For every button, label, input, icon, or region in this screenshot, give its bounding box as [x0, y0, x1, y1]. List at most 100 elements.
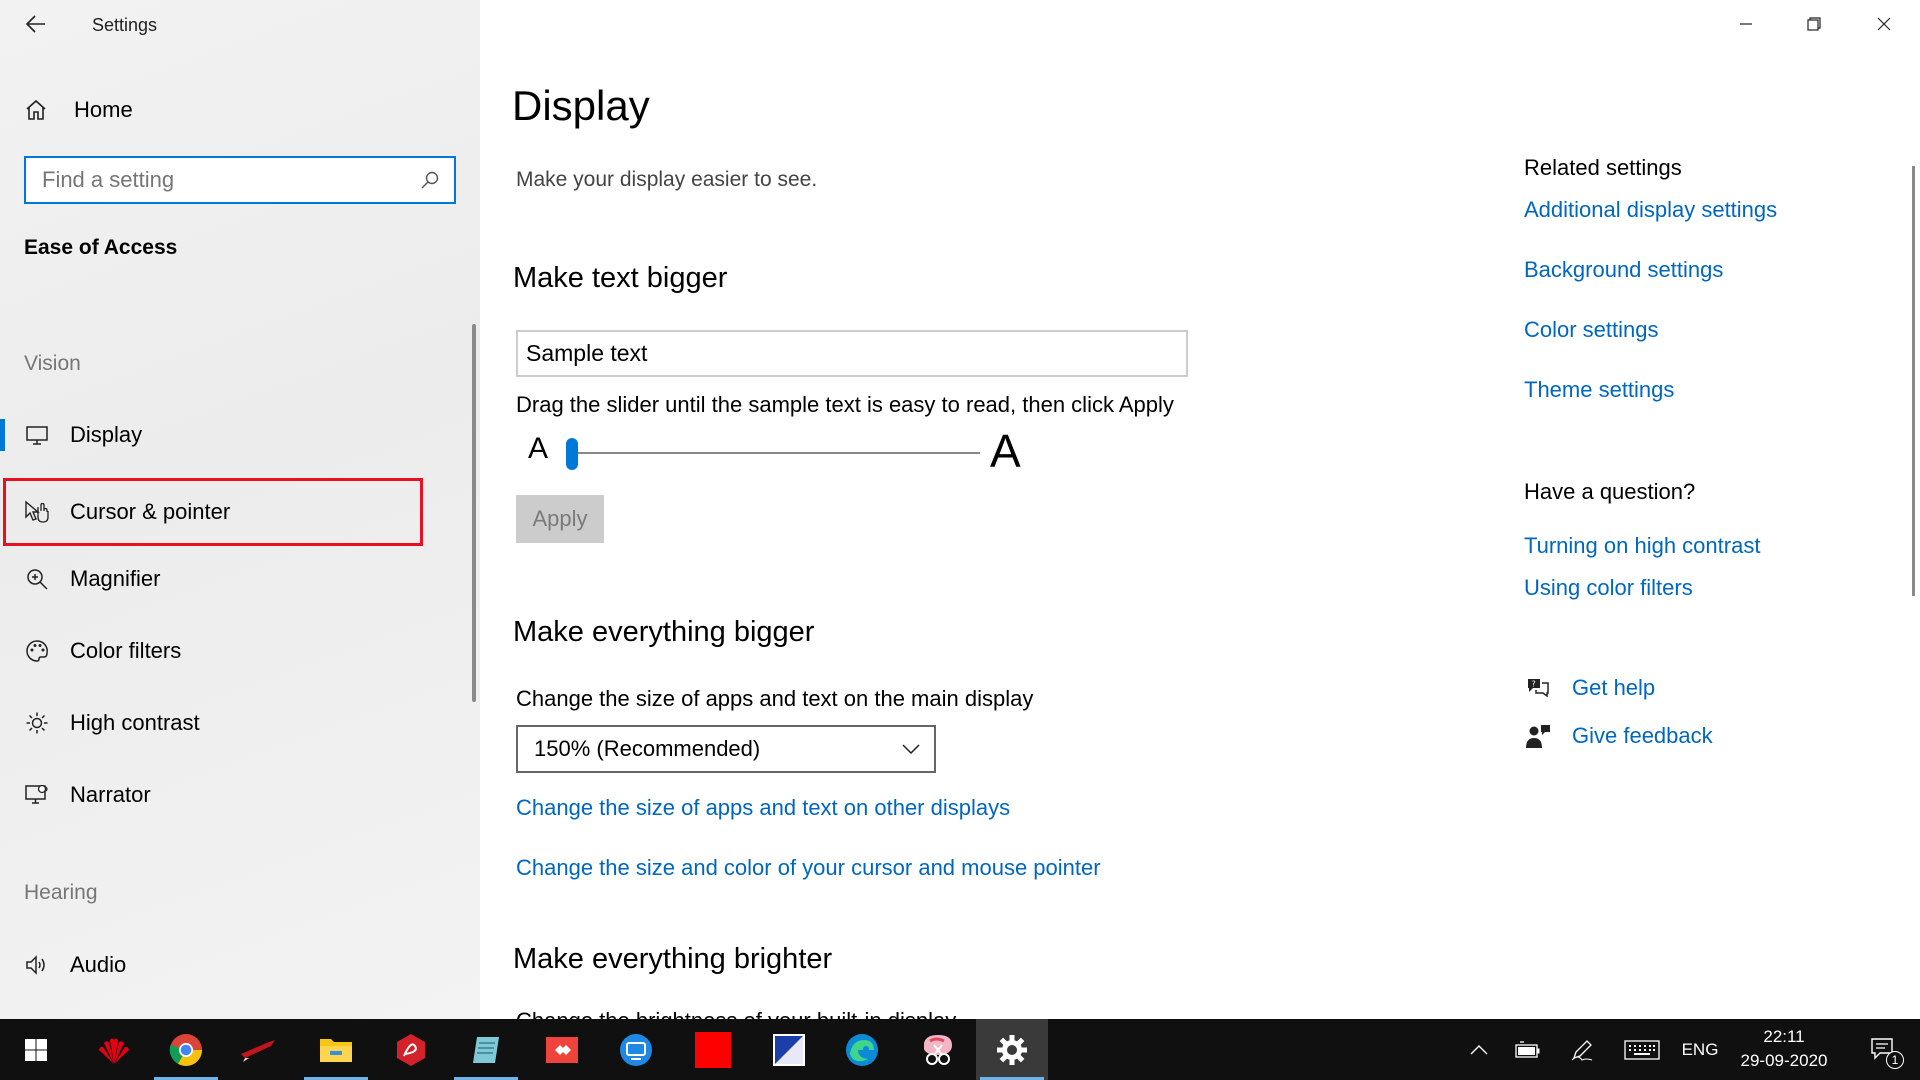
sidebar-item-label: Display: [70, 422, 143, 447]
speaker-icon: [24, 952, 50, 978]
section-title: Ease of Access: [24, 236, 178, 259]
link-background-settings[interactable]: Background settings: [1524, 257, 1723, 283]
chrome-icon: [169, 1033, 202, 1066]
heading-make-everything-bigger: Make everything bigger: [513, 616, 815, 648]
sidebar-item-cursor-pointer[interactable]: Cursor & pointer: [3, 478, 423, 546]
home-icon: [24, 96, 52, 124]
get-help-label: Get help: [1572, 675, 1656, 700]
close-icon: [1877, 17, 1891, 31]
settings-sidebar: Settings Home Ease of Access Vision Disp…: [0, 0, 480, 1019]
search-box[interactable]: [24, 156, 456, 204]
action-center-button[interactable]: 1: [1856, 1019, 1912, 1080]
main-scrollbar[interactable]: [1912, 166, 1915, 596]
link-cursor-size-color[interactable]: Change the size and color of your cursor…: [516, 855, 1101, 881]
sidebar-item-display[interactable]: Display: [0, 407, 478, 463]
brightness-label-partial: Change the brightness of your built-in d…: [516, 1008, 956, 1019]
link-using-color-filters[interactable]: Using color filters: [1524, 575, 1693, 601]
red-square-icon: [695, 1031, 731, 1068]
pen-workspace-button[interactable]: [1562, 1019, 1602, 1080]
sidebar-item-narrator[interactable]: Narrator: [0, 767, 478, 823]
taskbar-app-notepad[interactable]: [450, 1019, 522, 1080]
home-label: Home: [74, 97, 133, 122]
paint-icon: [773, 1033, 805, 1066]
slider-min-label: A: [528, 432, 549, 465]
battery-icon: [1515, 1040, 1540, 1058]
snip-sketch-icon: [924, 1034, 952, 1065]
sidebar-item-color-filters[interactable]: Color filters: [0, 623, 478, 679]
anydesk-icon: [546, 1036, 578, 1063]
scale-dropdown[interactable]: 150% (Recommended): [516, 725, 936, 773]
link-other-displays[interactable]: Change the size of apps and text on othe…: [516, 795, 1010, 821]
link-color-settings[interactable]: Color settings: [1524, 317, 1659, 343]
apply-button[interactable]: Apply: [516, 495, 604, 543]
back-button[interactable]: [18, 6, 54, 42]
taskbar-app-blue[interactable]: [600, 1019, 672, 1080]
slider-thumb[interactable]: [566, 438, 578, 470]
question-heading: Have a question?: [1524, 479, 1696, 504]
taskbar-app-paint[interactable]: [753, 1019, 825, 1080]
give-feedback-link[interactable]: Give feedback: [1524, 720, 1713, 752]
taskbar-app-acrobat[interactable]: [375, 1019, 447, 1080]
sample-text-preview: Sample text: [516, 330, 1188, 377]
taskbar-app-huawei[interactable]: [78, 1019, 150, 1080]
file-explorer-icon: [320, 1038, 352, 1062]
sidebar-scrollbar[interactable]: [472, 324, 476, 702]
huawei-icon: [99, 1038, 129, 1064]
taskbar-app-snip-sketch[interactable]: [902, 1019, 974, 1080]
taskbar-app-file-explorer[interactable]: [300, 1019, 372, 1080]
slider-instruction: Drag the slider until the sample text is…: [516, 392, 1174, 417]
start-button[interactable]: [0, 1019, 72, 1080]
sidebar-item-audio[interactable]: Audio: [0, 937, 478, 993]
palette-icon: [24, 638, 50, 664]
blue-app-icon: [620, 1033, 652, 1066]
taskbar-app-red-square[interactable]: [677, 1019, 749, 1080]
touch-keyboard-button[interactable]: [1618, 1019, 1666, 1080]
link-additional-display-settings[interactable]: Additional display settings: [1524, 197, 1777, 223]
windows-start-icon: [25, 1038, 47, 1061]
pen-icon: [1571, 1039, 1593, 1061]
taskbar-app-edge[interactable]: [826, 1019, 898, 1080]
sidebar-item-label: Narrator: [70, 782, 151, 807]
back-arrow-icon: [26, 15, 45, 33]
sidebar-item-label: Audio: [70, 952, 127, 977]
text-size-slider-group: A A: [516, 425, 1026, 480]
clock[interactable]: 22:11 29-09-2020: [1736, 1025, 1832, 1073]
magnifier-icon: [24, 566, 50, 592]
group-label-hearing: Hearing: [24, 881, 98, 904]
minimize-button[interactable]: [1712, 0, 1780, 48]
restore-button[interactable]: [1780, 0, 1848, 48]
link-theme-settings[interactable]: Theme settings: [1524, 377, 1674, 403]
show-hidden-icons-button[interactable]: [1462, 1019, 1496, 1080]
page-subtitle: Make your display easier to see.: [516, 168, 818, 191]
text-size-slider[interactable]: [566, 438, 980, 470]
heading-make-everything-brighter: Make everything brighter: [513, 943, 833, 975]
battery-tray-button[interactable]: [1508, 1019, 1548, 1080]
clock-date: 29-09-2020: [1740, 1051, 1828, 1070]
give-feedback-label: Give feedback: [1572, 723, 1713, 748]
chevron-up-icon: [1470, 1044, 1488, 1054]
brightness-icon: [24, 710, 50, 736]
taskbar-app-settings[interactable]: [976, 1019, 1048, 1080]
sidebar-item-high-contrast[interactable]: High contrast: [0, 695, 478, 751]
cursor-pointer-icon: [24, 499, 50, 525]
close-button[interactable]: [1850, 0, 1918, 48]
svg-text:?: ?: [1532, 680, 1536, 689]
clock-time: 22:11: [1763, 1027, 1805, 1046]
keyboard-icon: [1624, 1039, 1660, 1060]
narrator-icon: [24, 782, 50, 808]
taskbar-app-chrome[interactable]: [150, 1019, 222, 1080]
scale-label: Change the size of apps and text on the …: [516, 686, 1034, 711]
search-input[interactable]: [42, 167, 420, 193]
taskbar-app-red-tool[interactable]: [222, 1019, 294, 1080]
app-title: Settings: [92, 15, 158, 35]
monitor-icon: [24, 422, 50, 448]
get-help-link[interactable]: ? Get help: [1524, 672, 1655, 704]
group-label-vision: Vision: [24, 352, 81, 375]
search-icon[interactable]: [420, 169, 442, 191]
sidebar-item-magnifier[interactable]: Magnifier: [0, 551, 478, 607]
heading-make-text-bigger: Make text bigger: [513, 262, 728, 294]
link-turning-on-high-contrast[interactable]: Turning on high contrast: [1524, 533, 1760, 559]
taskbar-app-anydesk[interactable]: [526, 1019, 598, 1080]
language-indicator[interactable]: ENG: [1680, 1019, 1720, 1080]
home-nav-item[interactable]: Home: [24, 92, 133, 128]
